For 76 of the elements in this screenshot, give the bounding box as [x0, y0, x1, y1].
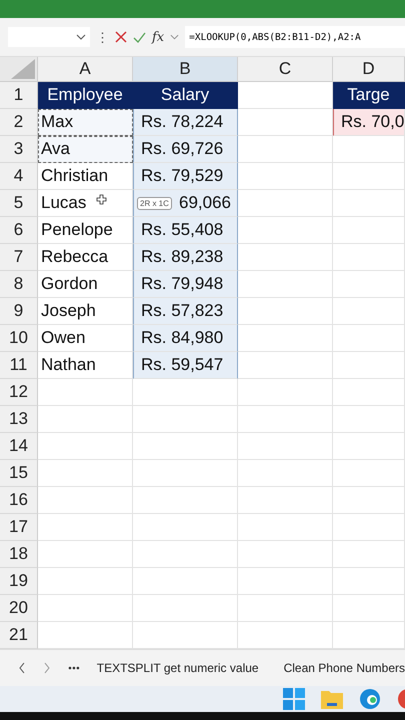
table-cell: Rs. 78,224	[133, 109, 238, 136]
table-cell	[333, 163, 405, 190]
row-header[interactable]: 8	[0, 271, 38, 298]
row-header[interactable]: 17	[0, 514, 38, 541]
table-cell: Rs. 57,823	[133, 298, 238, 325]
more-sheets-icon[interactable]	[68, 666, 80, 670]
more-handle[interactable]: ⋮	[96, 30, 109, 44]
row-header[interactable]: 14	[0, 433, 38, 460]
row-header[interactable]: 3	[0, 136, 38, 163]
table-cell	[333, 487, 405, 514]
table-cell	[333, 433, 405, 460]
row-header[interactable]: 6	[0, 217, 38, 244]
formula-field[interactable]: =XLOOKUP(0,ABS(B2:B11-D2),A2:A	[185, 26, 405, 48]
table-cell	[333, 595, 405, 622]
row-header[interactable]: 12	[0, 379, 38, 406]
column-header[interactable]: C	[238, 57, 333, 82]
row-header[interactable]: 16	[0, 487, 38, 514]
table-cell: Ava	[38, 136, 133, 163]
table-cell: Rs. 89,238	[133, 244, 238, 271]
folder-icon[interactable]	[321, 689, 343, 709]
row-header[interactable]: 15	[0, 460, 38, 487]
check-icon[interactable]	[133, 32, 146, 42]
row-header[interactable]: 2	[0, 109, 38, 136]
table-cell	[333, 244, 405, 271]
row-header[interactable]: 20	[0, 595, 38, 622]
selection-size-tooltip: 2R x 1C	[137, 197, 172, 210]
next-sheet-icon[interactable]	[42, 662, 51, 674]
row-header[interactable]: 4	[0, 163, 38, 190]
table-cell	[333, 190, 405, 217]
table-cell: Rs. 69,726	[133, 136, 238, 163]
row-header[interactable]: 1	[0, 82, 38, 109]
windows-icon[interactable]	[283, 688, 305, 710]
header-cell: Employee	[38, 82, 133, 109]
table-cell: Rs. 70,0	[333, 109, 405, 136]
table-cell: Rs. 59,547	[133, 352, 238, 379]
sheet-tab[interactable]: TEXTSPLIT get numeric value	[96, 661, 259, 675]
insert-function-button[interactable]: fx	[152, 30, 164, 44]
browser-icon[interactable]	[359, 688, 381, 710]
row-header[interactable]: 18	[0, 541, 38, 568]
table-cell: Rs. 79,948	[133, 271, 238, 298]
table-cell: Rs. 79,529	[133, 163, 238, 190]
sheet-tab[interactable]: Clean Phone Numbers	[284, 661, 405, 675]
row-header[interactable]: 9	[0, 298, 38, 325]
table-cell	[333, 271, 405, 298]
header-cell: Targe	[333, 82, 405, 109]
header-cell: Salary	[133, 82, 238, 109]
previous-sheet-icon[interactable]	[18, 662, 26, 674]
browser-icon[interactable]	[397, 688, 405, 710]
table-cell	[333, 298, 405, 325]
table-cell	[333, 217, 405, 244]
column-header[interactable]: A	[38, 57, 133, 82]
caret-icon[interactable]	[170, 34, 180, 40]
table-cell	[333, 541, 405, 568]
row-header[interactable]: 10	[0, 325, 38, 352]
row-header[interactable]: 7	[0, 244, 38, 271]
table-cell	[333, 568, 405, 595]
table-cell	[333, 406, 405, 433]
table-cell: 2R x 1C 69,066	[133, 190, 238, 217]
column-header[interactable]: B	[133, 57, 238, 82]
row-header[interactable]: 5	[0, 190, 38, 217]
table-cell: Rs. 84,980	[133, 325, 238, 352]
row-header[interactable]: 19	[0, 568, 38, 595]
table-cell: Rs. 55,408	[133, 217, 238, 244]
row-header[interactable]: 21	[0, 622, 38, 649]
table-cell	[333, 325, 405, 352]
caret-icon	[76, 34, 86, 40]
table-cell	[333, 514, 405, 541]
row-header[interactable]: 13	[0, 406, 38, 433]
table-cell: Max	[38, 109, 133, 136]
column-header[interactable]: D	[333, 57, 405, 82]
cancel-icon[interactable]	[115, 31, 127, 43]
table-cell	[333, 352, 405, 379]
table-cell	[333, 379, 405, 406]
row-header[interactable]: 11	[0, 352, 38, 379]
table-cell	[333, 460, 405, 487]
table-cell	[333, 136, 405, 163]
